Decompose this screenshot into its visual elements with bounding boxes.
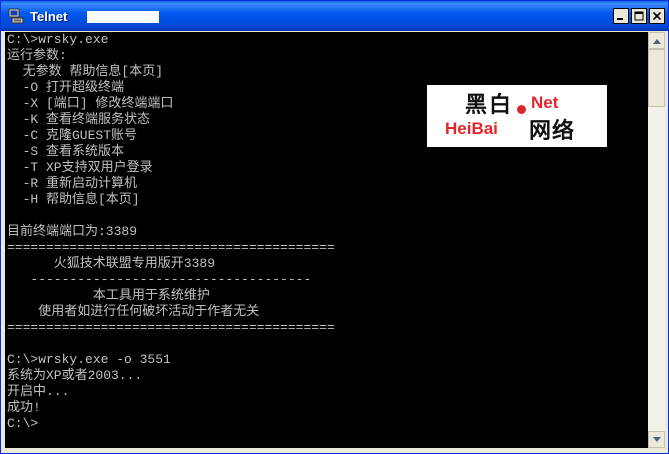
logo-text-heibai: HeiBai bbox=[445, 119, 498, 138]
title-bar[interactable]: Telnet bbox=[1, 1, 668, 31]
scroll-up-button[interactable] bbox=[648, 32, 665, 49]
console-line: C:\>wrsky.exe bbox=[7, 32, 109, 47]
logo-text-cn-bottom: 网络 bbox=[529, 118, 576, 144]
console-line: 开启中... bbox=[7, 384, 70, 399]
console-line: 本工具用于系统维护 bbox=[7, 288, 210, 303]
logo-text-net: Net bbox=[531, 93, 559, 112]
console-line: ========================================… bbox=[7, 320, 335, 335]
console-line: ========================================… bbox=[7, 240, 335, 255]
console-line: C:\> bbox=[7, 416, 39, 431]
console-line: -X [端口] 修改终端端口 bbox=[7, 96, 174, 111]
console-line: -K 查看终端服务状态 bbox=[7, 112, 151, 127]
minimize-icon bbox=[617, 18, 623, 20]
console-line: -T XP支持双用户登录 bbox=[7, 160, 153, 175]
window-title: Telnet bbox=[30, 9, 68, 24]
scrollbar-thumb[interactable] bbox=[648, 49, 665, 107]
arrow-down-icon bbox=[652, 436, 661, 442]
console-line: -S 查看系统版本 bbox=[7, 144, 125, 159]
close-icon bbox=[652, 11, 662, 21]
title-redaction-box bbox=[87, 11, 159, 23]
console-line: -C 克隆GUEST账号 bbox=[7, 128, 138, 143]
console-line: ------------------------------------ bbox=[7, 272, 312, 287]
console-line: -H 帮助信息[本页] bbox=[7, 192, 140, 207]
minimize-button[interactable] bbox=[613, 8, 629, 24]
scroll-down-button[interactable] bbox=[648, 431, 665, 448]
console-line: 火狐技术联盟专用版开3389 bbox=[7, 256, 216, 271]
logo-dot bbox=[517, 105, 526, 114]
telnet-app-icon bbox=[8, 8, 24, 24]
maximize-icon bbox=[634, 11, 644, 21]
arrow-up-icon bbox=[652, 38, 661, 44]
maximize-button[interactable] bbox=[631, 8, 647, 24]
console-line: 使用者如进行任何破坏活动于作者无关 bbox=[7, 304, 260, 319]
logo-text-cn-top: 黑白 bbox=[465, 92, 514, 118]
console-line: 成功! bbox=[7, 400, 41, 415]
console-line: -O 打开超级终端 bbox=[7, 80, 125, 95]
telnet-window: Telnet C:\>wrsky.exe 运行参数: 无参数 帮助信息[本页] … bbox=[0, 0, 669, 454]
console-line: 目前终端端口为:3389 bbox=[7, 224, 138, 239]
console-line: 运行参数: bbox=[7, 48, 67, 63]
close-button[interactable] bbox=[649, 8, 665, 24]
heibai-watermark-logo: 黑白 Net HeiBai 网络 bbox=[427, 85, 607, 147]
console-line: C:\>wrsky.exe -o 3551 bbox=[7, 352, 171, 367]
console-line: 系统为XP或者2003... bbox=[7, 368, 143, 383]
console-line: -R 重新启动计算机 bbox=[7, 176, 138, 191]
console-line: 无参数 帮助信息[本页] bbox=[7, 64, 164, 79]
vertical-scrollbar[interactable] bbox=[648, 32, 665, 448]
